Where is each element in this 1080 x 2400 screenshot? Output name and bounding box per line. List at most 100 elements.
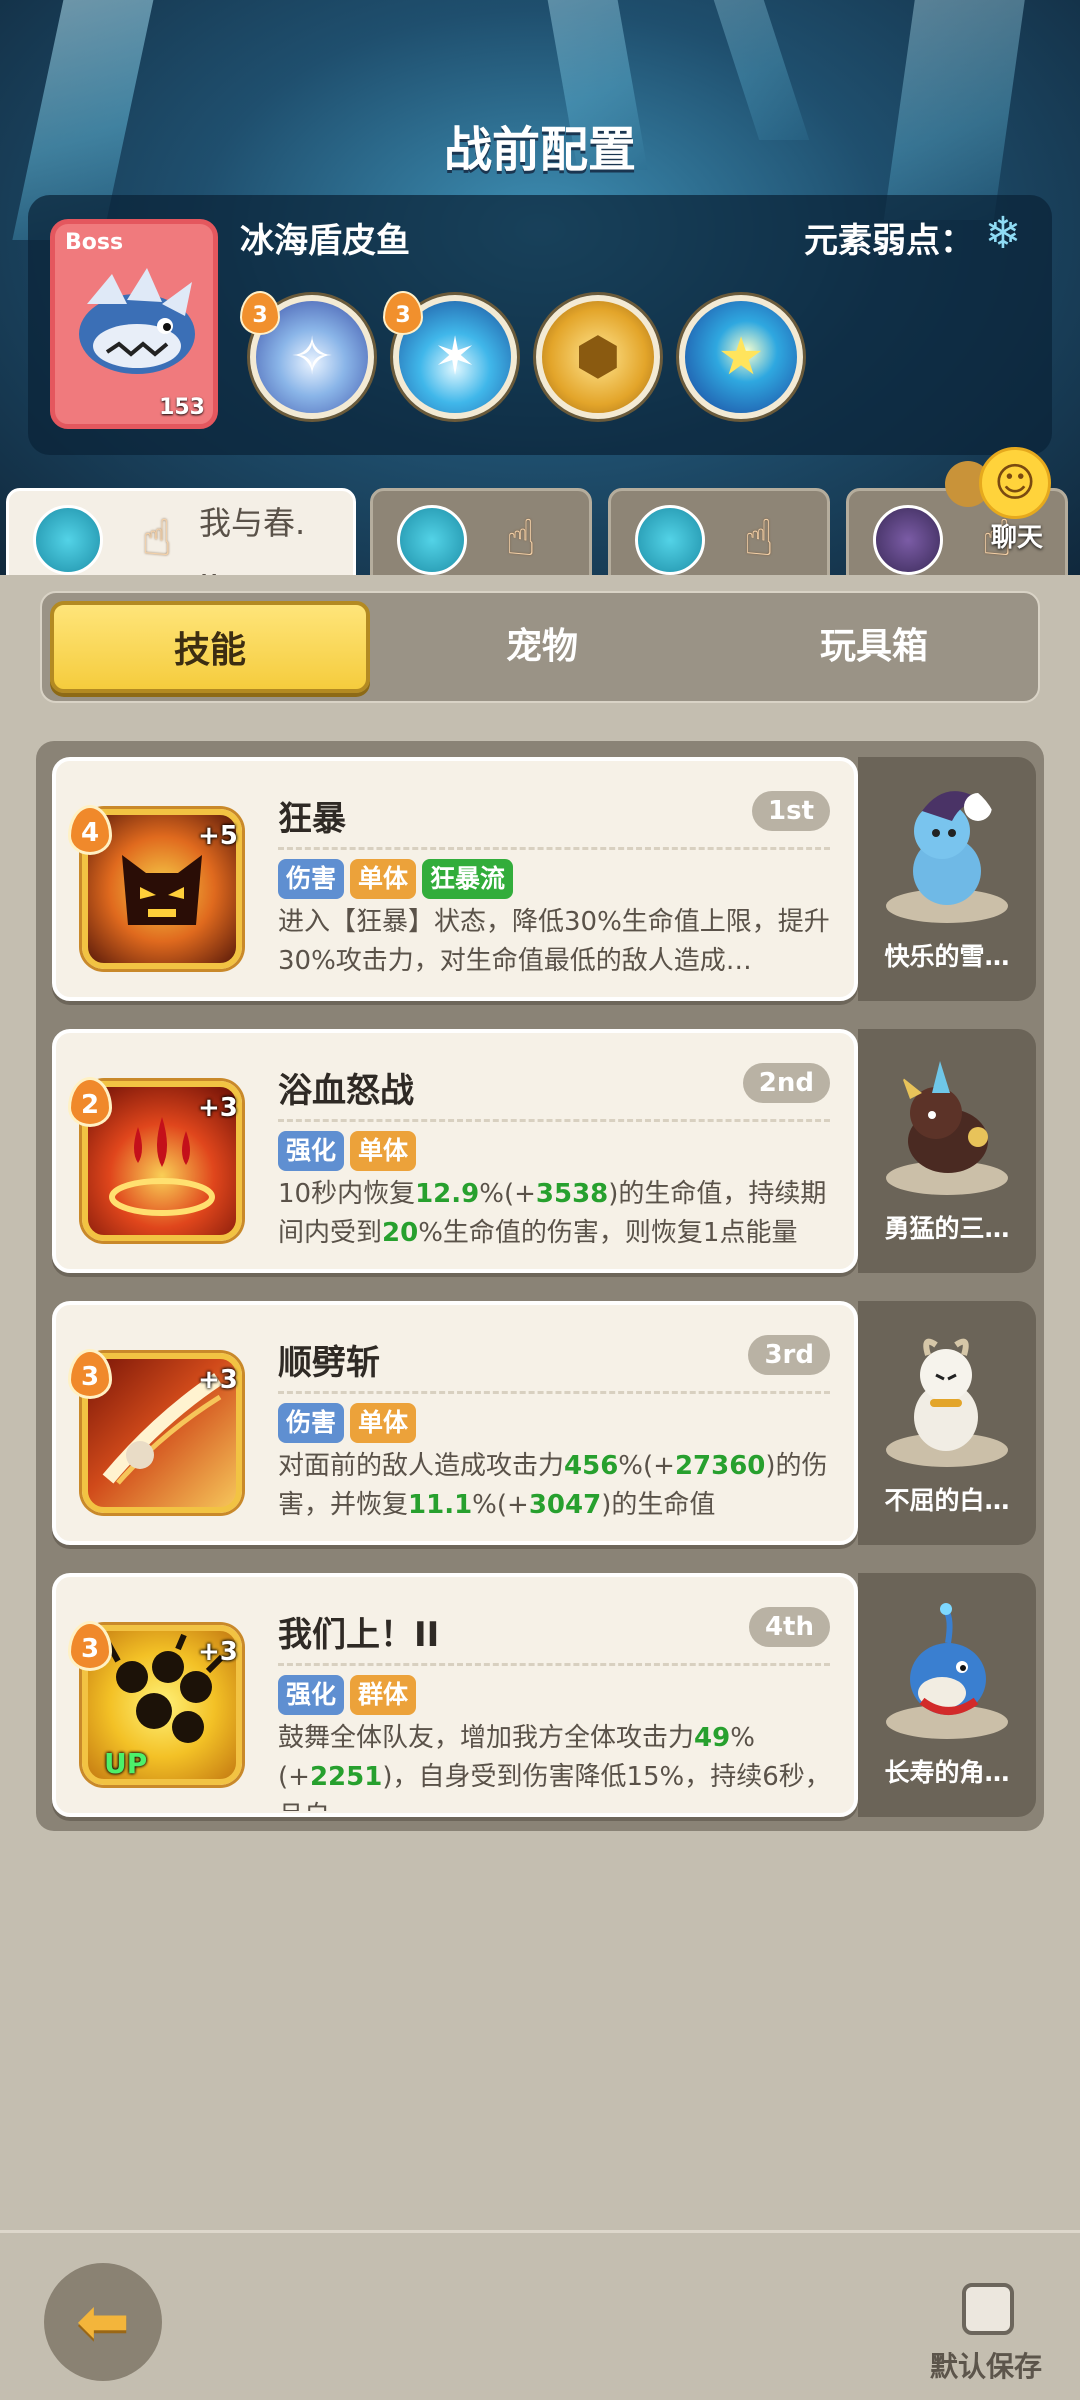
team-tab-3[interactable]: ☝ — [608, 488, 830, 575]
pet-card[interactable]: 不屈的白… — [858, 1301, 1036, 1545]
skill-plus-level: +3 — [198, 1365, 238, 1395]
footer: ⬅ 默认保存 — [0, 2230, 1080, 2400]
desc-text: %(+ — [472, 1490, 529, 1520]
pet-name: 快乐的雪… — [884, 942, 1010, 971]
boss-panel: Boss 153 冰海盾皮鱼 元素弱点： ❄ ✧ 3 ✶ 3 ⬢ ★ — [28, 195, 1052, 455]
desc-value: 12.9 — [415, 1179, 480, 1209]
fish-pet-icon — [910, 1603, 986, 1715]
skill-name: 顺劈斩 — [278, 1343, 380, 1383]
team-tabs: ☝ 我与春. .. ☝ ☝ ☝ ☺ 聊天 — [0, 447, 1080, 575]
skill-rank-badge: 4th — [748, 1607, 830, 1647]
default-save-checkbox[interactable] — [962, 2283, 1014, 2335]
avatar — [397, 505, 467, 575]
segment-control: 技能 宠物 玩具箱 — [40, 591, 1040, 703]
skill-name: 浴血怒战 — [278, 1071, 414, 1111]
ability-level-badge: 3 — [383, 291, 423, 335]
skill-card[interactable]: 3 +3 顺劈斩 3rd 伤害 单体 对面前的敌人造成攻击力456%(+27360… — [52, 1301, 858, 1545]
boss-portrait[interactable]: Boss 153 — [50, 219, 218, 429]
back-button[interactable]: ⬅ — [44, 2263, 162, 2381]
desc-text: %生命值的伤害，则恢复1点能量 — [418, 1218, 798, 1248]
pet-name: 长寿的角… — [884, 1758, 1010, 1787]
desc-value: 3538 — [535, 1179, 609, 1209]
avatar — [635, 505, 705, 575]
desc-text: 鼓舞全体队友，增加我方全体攻击力 — [278, 1723, 695, 1753]
divider — [278, 1119, 830, 1122]
skill-tags: 强化 单体 — [278, 1131, 422, 1171]
pet-card[interactable]: 长寿的角… — [858, 1573, 1036, 1817]
skill-rank-badge: 1st — [752, 791, 830, 831]
hand-pointer-icon: ☝ — [141, 509, 173, 567]
boss-ability-golden-shield[interactable]: ⬢ — [536, 295, 660, 419]
hand-pointer-icon: ☝ — [743, 509, 775, 567]
boss-level: 153 — [159, 395, 205, 420]
skill-card[interactable]: 2 +3 浴血怒战 2nd 强化 单体 10秒内恢复12.9%(+3538)的生命… — [52, 1029, 858, 1273]
skill-tag: 群体 — [350, 1675, 417, 1715]
hand-pointer-icon: ☝ — [505, 509, 537, 567]
desc-value: 27360 — [674, 1451, 766, 1481]
desc-text: 对面前的敌人造成攻击力 — [278, 1451, 565, 1481]
skill-rank-badge: 3rd — [748, 1335, 830, 1375]
wave-star-icon: ★ — [717, 327, 765, 387]
team-tab-1[interactable]: ☝ 我与春. .. — [6, 488, 356, 575]
snowflake-icon: ❄ — [984, 208, 1022, 259]
team-tab-name: 我与春. .. — [199, 504, 306, 575]
desc-value: 2251 — [309, 1762, 383, 1792]
desc-value: 49 — [694, 1723, 731, 1753]
desc-text: %(+ — [618, 1451, 675, 1481]
chat-label: 聊天 — [990, 523, 1043, 553]
skill-description: 10秒内恢复12.9%(+3538)的生命值，持续期间内受到20%生命值的伤害，… — [278, 1175, 832, 1267]
desc-value: 11.1 — [408, 1490, 473, 1520]
boss-ability-wave-star[interactable]: ★ — [679, 295, 803, 419]
skill-card[interactable]: 3 +3 UP 我们上！II 4th 强化 群体 鼓舞全体队友，增加我方全体攻击力… — [52, 1573, 858, 1817]
header: 战前配置 Boss 153 冰海盾皮鱼 元素弱点： ❄ ✧ 3 ✶ 3 ⬢ ★ … — [0, 0, 1080, 575]
boss-tag: Boss — [65, 230, 124, 255]
desc-text: )的生命值 — [601, 1490, 716, 1520]
config-panel: 技能 宠物 玩具箱 4 +5 狂暴 1st 伤害 单体 狂暴流 进入【狂暴】状态，降 — [0, 575, 1080, 2225]
desc-value: 456 — [564, 1451, 619, 1481]
skill-tag: 单体 — [350, 1131, 417, 1171]
skill-tags: 伤害 单体 — [278, 1403, 422, 1443]
chat-button[interactable]: ☺ 聊天 — [945, 447, 1055, 553]
skill-tag: 强化 — [278, 1131, 345, 1171]
skill-list[interactable]: 4 +5 狂暴 1st 伤害 单体 狂暴流 进入【狂暴】状态，降低30%生命值上限，… — [36, 741, 1044, 1831]
tab-toybox[interactable]: 玩具箱 — [714, 601, 1034, 693]
page-title: 战前配置 — [443, 122, 636, 178]
pet-card[interactable]: 快乐的雪… — [858, 757, 1036, 1001]
skill-plus-level: +5 — [198, 821, 238, 851]
skill-rank-badge: 2nd — [742, 1063, 830, 1103]
team-tab-4[interactable]: ☝ ☺ 聊天 — [846, 447, 1068, 575]
team-tab-2[interactable]: ☝ — [370, 488, 592, 575]
desc-value: 3047 — [528, 1490, 602, 1520]
skill-up-tag: UP — [104, 1747, 148, 1780]
skill-tag: 强化 — [278, 1675, 345, 1715]
divider — [278, 1391, 830, 1394]
skill-description: 进入【狂暴】状态，降低30%生命值上限，提升30%攻击力，对生命值最低的敌人造成… — [278, 903, 832, 995]
skill-plus-level: +3 — [198, 1093, 238, 1123]
divider — [278, 847, 830, 850]
skill-tag: 伤害 — [278, 859, 345, 899]
back-arrow-icon: ⬅ — [76, 2285, 130, 2359]
skill-tag: 单体 — [350, 859, 417, 899]
skill-description-text: 进入【狂暴】状态，降低30%生命值上限，提升30%攻击力，对生命值最低的敌人造成… — [278, 907, 830, 976]
skill-name: 狂暴 — [278, 799, 346, 839]
default-save-label: 默认保存 — [930, 2350, 1043, 2383]
tab-skills[interactable]: 技能 — [50, 601, 370, 693]
skill-card[interactable]: 4 +5 狂暴 1st 伤害 单体 狂暴流 进入【狂暴】状态，降低30%生命值上限，… — [52, 757, 858, 1001]
divider — [278, 1663, 830, 1666]
tab-pets[interactable]: 宠物 — [382, 601, 702, 693]
skill-tags: 强化 群体 — [278, 1675, 422, 1715]
skill-tags: 伤害 单体 狂暴流 — [278, 859, 519, 899]
desc-text: %(+ — [479, 1179, 536, 1209]
pet-name: 勇猛的三… — [884, 1214, 1010, 1243]
boss-ability-ice-crystal[interactable]: ✧ 3 — [240, 291, 374, 419]
weakness-label: 元素弱点： — [804, 221, 974, 261]
ability-level-badge: 3 — [240, 291, 280, 335]
golden-shield-icon: ⬢ — [575, 327, 621, 387]
pet-name: 不屈的白… — [884, 1486, 1010, 1515]
skill-plus-level: +3 — [198, 1637, 238, 1667]
avatar — [873, 505, 943, 575]
boss-name: 冰海盾皮鱼 — [240, 221, 410, 261]
skill-tag: 伤害 — [278, 1403, 345, 1443]
boss-ability-ice-splash[interactable]: ✶ 3 — [383, 291, 517, 419]
pet-card[interactable]: 勇猛的三… — [858, 1029, 1036, 1273]
